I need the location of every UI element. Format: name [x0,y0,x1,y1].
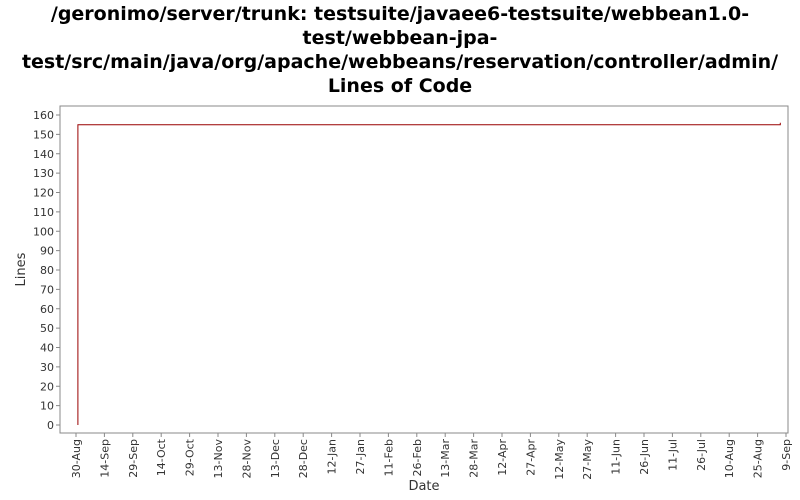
x-tick-label: 28-Nov [240,439,253,479]
x-tick-label: 9-Sep [780,439,793,471]
x-tick-label: 11-Jun [610,439,623,475]
y-tick-label: 110 [33,206,54,219]
x-tick-label: 13-Dec [269,439,282,478]
x-tick-label: 29-Sep [127,439,140,478]
y-tick-label: 60 [40,303,54,316]
y-tick-label: 0 [47,419,54,432]
x-tick-label: 12-Apr [496,439,509,476]
y-tick-label: 120 [33,187,54,200]
y-tick-label: 160 [33,109,54,122]
x-tick-label: 11-Jul [666,439,679,471]
x-tick-label: 14-Sep [98,439,111,478]
y-tick-label: 100 [33,225,54,238]
y-tick-label: 140 [33,148,54,161]
y-tick-label: 40 [40,342,54,355]
x-tick-label: 26-Feb [411,439,424,476]
y-tick-label: 50 [40,322,54,335]
y-tick-label: 20 [40,380,54,393]
y-tick-label: 90 [40,245,54,258]
x-tick-label: 14-Oct [155,438,168,476]
x-tick-label: 29-Oct [184,438,197,476]
y-tick-label: 150 [33,128,54,141]
x-tick-label: 25-Aug [752,439,765,478]
y-tick-label: 10 [40,400,54,413]
x-tick-label: 10-Aug [723,439,736,478]
y-tick-label: 30 [40,361,54,374]
x-axis-label: Date [408,479,439,494]
x-tick-label: 11-Feb [382,439,395,476]
y-axis-label: Lines [14,252,29,286]
y-tick-label: 80 [40,264,54,277]
x-tick-label: 27-May [581,439,594,480]
x-tick-label: 28-Dec [297,439,310,478]
x-tick-label: 26-Jun [638,439,651,475]
x-tick-label: 26-Jul [695,439,708,471]
line-chart: 0 10 20 30 40 50 60 70 80 90 100 110 120 130 140 150 160… [14,105,793,494]
x-tick-label: 30-Aug [70,439,83,478]
x-tick-label: 12-Jan [326,439,339,475]
x-tick-label: 27-Jan [354,439,367,475]
y-tick-label: 70 [40,283,54,296]
x-tick-label: 27-Apr [524,439,537,476]
plot-area [59,105,789,434]
x-tick-label: 12-May [553,439,566,480]
y-tick-label: 130 [33,167,54,180]
x-tick-label: 28-Mar [468,439,481,478]
x-tick-label: 13-Mar [439,439,452,478]
x-tick-label: 13-Nov [212,439,225,479]
